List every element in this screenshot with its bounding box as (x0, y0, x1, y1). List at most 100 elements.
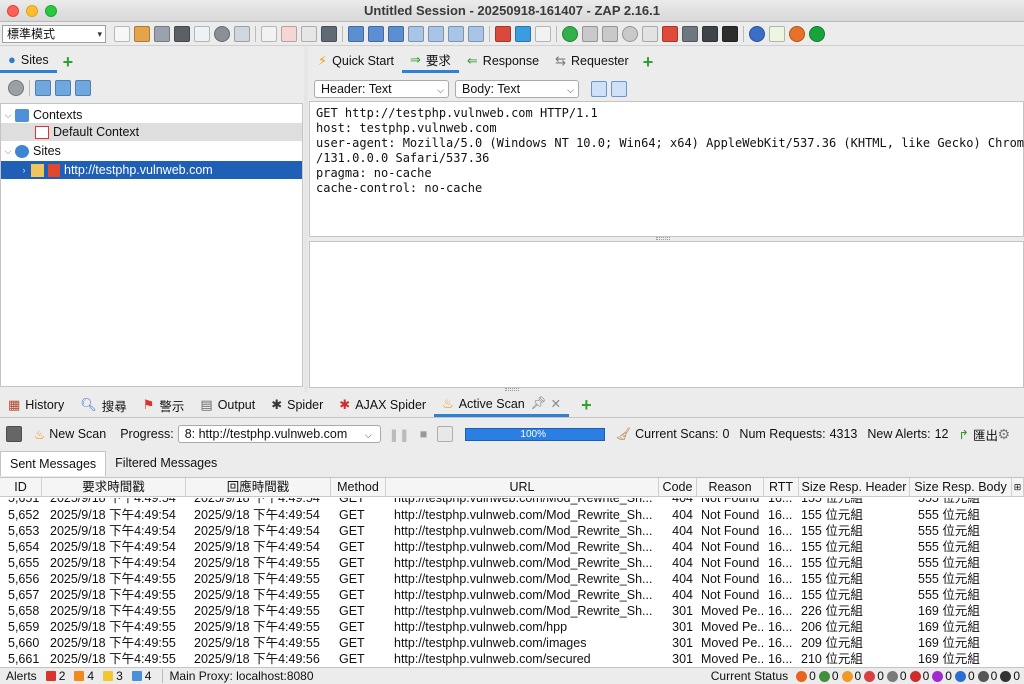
tab-response[interactable]: ⇐ Response (459, 49, 547, 73)
layout-above-icon[interactable] (408, 25, 424, 42)
add-tab-plus-icon[interactable]: + (57, 51, 80, 73)
layout-expand-info-icon[interactable] (368, 25, 384, 42)
column-chooser-icon[interactable]: ⊞ (1012, 478, 1024, 496)
request-header-textarea[interactable]: GET http://testphp.vulnweb.com HTTP/1.1 … (309, 101, 1024, 237)
tab-search[interactable]: 🔍︎ 搜尋 (72, 393, 135, 417)
lightbulb-icon[interactable] (535, 25, 551, 42)
import-context-icon[interactable] (55, 80, 71, 96)
body-view-select[interactable]: Body: Text ⌵ (455, 80, 579, 98)
mode-select[interactable]: 標準模式 ▾ (2, 24, 106, 43)
tree-node-contexts[interactable]: ⌵ Contexts (1, 106, 301, 124)
help-icon[interactable] (749, 25, 765, 42)
tab-sites[interactable]: ● Sites (0, 49, 57, 73)
chevron-down-icon[interactable]: ⌵ (1, 106, 15, 124)
table-row[interactable]: 5,661 2025/9/18 下午4:49:55 2025/9/18 下午4:49… (0, 651, 1024, 667)
add-tab-plus-icon[interactable]: + (575, 394, 598, 416)
add-on-manager-icon[interactable] (495, 25, 511, 42)
keyboard-icon[interactable] (682, 25, 698, 42)
pin-icon[interactable]: 📌︎ (531, 396, 547, 411)
chevron-right-icon[interactable]: › (17, 161, 31, 179)
minimize-window-button[interactable] (26, 5, 38, 17)
gear-icon[interactable]: ⚙ (997, 426, 1010, 443)
new-context-icon[interactable] (261, 25, 277, 42)
new-session-icon[interactable] (114, 25, 130, 42)
drop-icon[interactable] (622, 25, 638, 42)
layout-expand-sites-icon[interactable] (348, 25, 364, 42)
split-divider[interactable] (304, 47, 308, 392)
scan-policy-icon[interactable] (515, 25, 531, 42)
open-session-icon[interactable] (134, 25, 150, 42)
tab-quick-start[interactable]: ⚡ Quick Start (310, 49, 402, 73)
col-response-time[interactable]: 回應時間戳 (186, 478, 331, 496)
context-export-icon[interactable] (234, 25, 250, 42)
delete-context-icon[interactable] (281, 25, 297, 42)
zoom-window-button[interactable] (45, 5, 57, 17)
table-row[interactable]: 5,656 2025/9/18 下午4:49:55 2025/9/18 下午4:49… (0, 571, 1024, 587)
tab-ajax-spider[interactable]: ✱ AJAX Spider (331, 393, 434, 417)
table-row[interactable]: 5,654 2025/9/18 下午4:49:54 2025/9/18 下午4:49… (0, 539, 1024, 555)
keyboard-icon[interactable] (6, 426, 22, 442)
continue-icon[interactable] (602, 25, 618, 42)
col-request-time[interactable]: 要求時間戳 (42, 478, 186, 496)
export-button[interactable]: 匯出 (973, 425, 998, 444)
subtab-sent-messages[interactable]: Sent Messages (0, 451, 107, 476)
tree-node-site-url[interactable]: › http://testphp.vulnweb.com (1, 161, 302, 179)
table-row[interactable]: 5,655 2025/9/18 下午4:49:54 2025/9/18 下午4:49… (0, 555, 1024, 571)
export-context-icon[interactable] (75, 80, 91, 96)
split-horizontal-icon[interactable] (611, 81, 627, 97)
col-rtt[interactable]: RTT (764, 478, 799, 496)
tree-node-default-context[interactable]: Default Context (1, 123, 302, 141)
chrome-icon[interactable] (809, 25, 825, 42)
console-icon[interactable] (702, 25, 718, 42)
scan-options-icon[interactable] (437, 426, 454, 442)
table-row[interactable]: 5,652 2025/9/18 下午4:49:54 2025/9/18 下午4:49… (0, 507, 1024, 523)
close-window-button[interactable] (7, 5, 19, 17)
col-reason[interactable]: Reason (697, 478, 764, 496)
gear-icon[interactable] (214, 25, 230, 42)
scan-progress-select[interactable]: 8: http://testphp.vulnweb.com ⌵ (177, 425, 381, 443)
hud-icon[interactable] (769, 25, 785, 42)
stop-icon[interactable]: ■ (420, 427, 428, 441)
firefox-icon[interactable] (789, 25, 805, 42)
col-url[interactable]: URL (386, 478, 659, 496)
tab-history[interactable]: ▦ History (0, 393, 72, 417)
split-vertical-icon[interactable] (591, 81, 607, 97)
clear-breakpoints-icon[interactable] (662, 25, 678, 42)
layout-side-icon[interactable] (428, 25, 444, 42)
col-method[interactable]: Method (331, 478, 386, 496)
tab-spider[interactable]: ✱ Spider (263, 393, 331, 417)
layout-full-icon[interactable] (321, 25, 337, 42)
resize-grip-icon[interactable] (656, 237, 670, 240)
tab-active-scan[interactable]: ♨ Active Scan 📌︎ ✕ (434, 393, 570, 417)
tab-output[interactable]: ▤ Output (192, 393, 263, 417)
tab-alerts[interactable]: ⚑ 警示 (135, 393, 193, 417)
col-size-resp-body[interactable]: Size Resp. Body (910, 478, 1012, 496)
table-row[interactable]: 5,659 2025/9/18 下午4:49:55 2025/9/18 下午4:49… (0, 619, 1024, 635)
new-scan-button[interactable]: New Scan (49, 427, 106, 441)
col-size-resp-header[interactable]: Size Resp. Header (799, 478, 910, 496)
table-row[interactable]: 5,653 2025/9/18 下午4:49:54 2025/9/18 下午4:49… (0, 523, 1024, 539)
tree-node-sites[interactable]: ⌵ Sites (1, 142, 301, 160)
broom-icon[interactable]: 🧹︎ (615, 427, 631, 442)
tab-requester[interactable]: ⇆ Requester (547, 49, 637, 73)
layout-split-icon[interactable] (448, 25, 464, 42)
layout-other-icon[interactable] (468, 25, 484, 42)
chevron-down-icon[interactable]: ⌵ (1, 142, 15, 160)
tab-request[interactable]: ⇒ 要求 (401, 49, 459, 73)
breakpoint-icon[interactable] (642, 25, 658, 42)
subtab-filtered-messages[interactable]: Filtered Messages (106, 451, 226, 476)
table-row[interactable]: 5,660 2025/9/18 下午4:49:55 2025/9/18 下午4:49… (0, 635, 1024, 651)
layout-tabs-icon[interactable] (388, 25, 404, 42)
snapshot-session-icon[interactable] (174, 25, 190, 42)
col-code[interactable]: Code (659, 478, 697, 496)
step-icon[interactable] (582, 25, 598, 42)
pause-icon[interactable]: ❚❚ (389, 427, 410, 442)
site-target-icon[interactable] (8, 80, 24, 96)
save-session-icon[interactable] (154, 25, 170, 42)
col-id[interactable]: ID (0, 478, 42, 496)
table-row[interactable]: 5,658 2025/9/18 下午4:49:55 2025/9/18 下午4:49… (0, 603, 1024, 619)
close-icon[interactable]: ✕ (551, 396, 561, 411)
new-context-icon-2[interactable] (35, 80, 51, 96)
break-requests-icon[interactable] (562, 25, 578, 42)
add-tab-plus-icon[interactable]: + (637, 51, 660, 73)
